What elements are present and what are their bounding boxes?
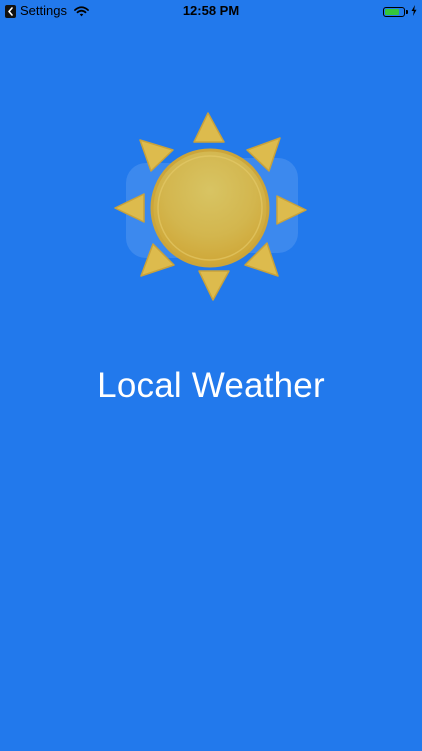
battery-fill: [385, 8, 399, 15]
battery-status: [383, 4, 417, 19]
app-title: Local Weather: [97, 366, 325, 405]
battery-cap: [406, 9, 408, 14]
status-bar: Settings 12:58 PM: [0, 0, 422, 22]
sun-disc: [150, 148, 270, 268]
sun-icon: [110, 108, 310, 308]
status-time: 12:58 PM: [182, 3, 240, 18]
battery-icon: [383, 6, 405, 17]
sun-ray-top: [193, 112, 225, 143]
charging-bolt-icon: [411, 4, 417, 19]
sun-ray-bottom: [198, 270, 230, 301]
